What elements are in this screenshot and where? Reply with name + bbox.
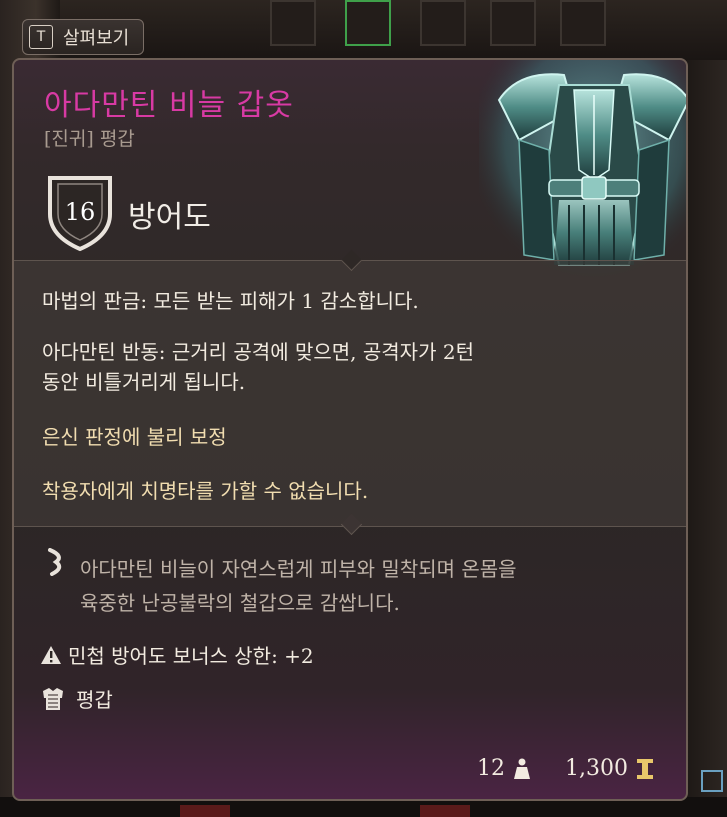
- inventory-slot[interactable]: [490, 0, 536, 46]
- inspect-label: 살펴보기: [63, 28, 130, 49]
- inventory-slot[interactable]: [420, 0, 466, 46]
- scale-armor-icon: [479, 60, 686, 280]
- armor-type-row: 평갑: [40, 684, 113, 713]
- item-name: 아다만틴 비늘 갑옷: [44, 88, 294, 123]
- flavor-text: 아다만틴 비늘이 자연스럽게 피부와 밀착되며 온몸을 육중한 난공불락의 철갑…: [80, 552, 660, 620]
- armor-class-label: 방어도: [128, 200, 211, 235]
- hotbar-slot[interactable]: [420, 805, 470, 817]
- inspect-hint-button[interactable]: T 살펴보기: [22, 19, 145, 55]
- inventory-slot[interactable]: [270, 0, 316, 46]
- item-rarity-type: [진귀] 평갑: [44, 128, 135, 150]
- item-tooltip: 아다만틴 비늘 갑옷 [진귀] 평갑 16 방어도 마법의 판금: 모든 받는 …: [12, 58, 688, 801]
- property-magic-plate: 마법의 판금: 모든 받는 피해가 1 감소합니다.: [42, 289, 419, 313]
- dex-cap-text: 민첩 방어도 보너스 상한: +2: [68, 644, 314, 668]
- armor-class-value: 16: [64, 198, 96, 226]
- map-icon[interactable]: [701, 770, 723, 792]
- quill-icon: [48, 548, 62, 576]
- inventory-slot-equipped[interactable]: [345, 0, 391, 46]
- flavor-line: 육중한 난공불락의 철갑으로 감쌉니다.: [80, 591, 400, 615]
- keycap-t-icon: T: [29, 25, 53, 49]
- property-stealth-disadvantage: 은신 판정에 불리 보정: [42, 425, 227, 449]
- dex-cap-row: 민첩 방어도 보너스 상한: +2: [40, 640, 314, 669]
- gold-coin-icon: [637, 758, 653, 779]
- hotbar-slot[interactable]: [180, 805, 230, 817]
- property-crit-immunity: 착용자에게 치명타를 가할 수 없습니다.: [42, 479, 369, 503]
- property-adamantine-recoil-cont: 동안 비틀거리게 됩니다.: [42, 370, 246, 394]
- side-panel: [687, 60, 727, 817]
- gold-value: 1,300: [565, 756, 628, 781]
- warning-icon: [41, 645, 61, 664]
- property-adamantine-recoil: 아다만틴 반동: 근거리 공격에 맞으면, 공격자가 2턴: [42, 340, 474, 364]
- inventory-slot[interactable]: [560, 0, 606, 46]
- item-footer: 12 1,300: [477, 756, 654, 781]
- chest-armor-icon: [43, 687, 63, 710]
- flavor-line: 아다만틴 비늘이 자연스럽게 피부와 밀착되며 온몸을: [80, 557, 517, 581]
- weight-value: 12: [477, 756, 506, 781]
- weight-icon: [514, 758, 531, 779]
- armor-type-text: 평갑: [76, 688, 113, 712]
